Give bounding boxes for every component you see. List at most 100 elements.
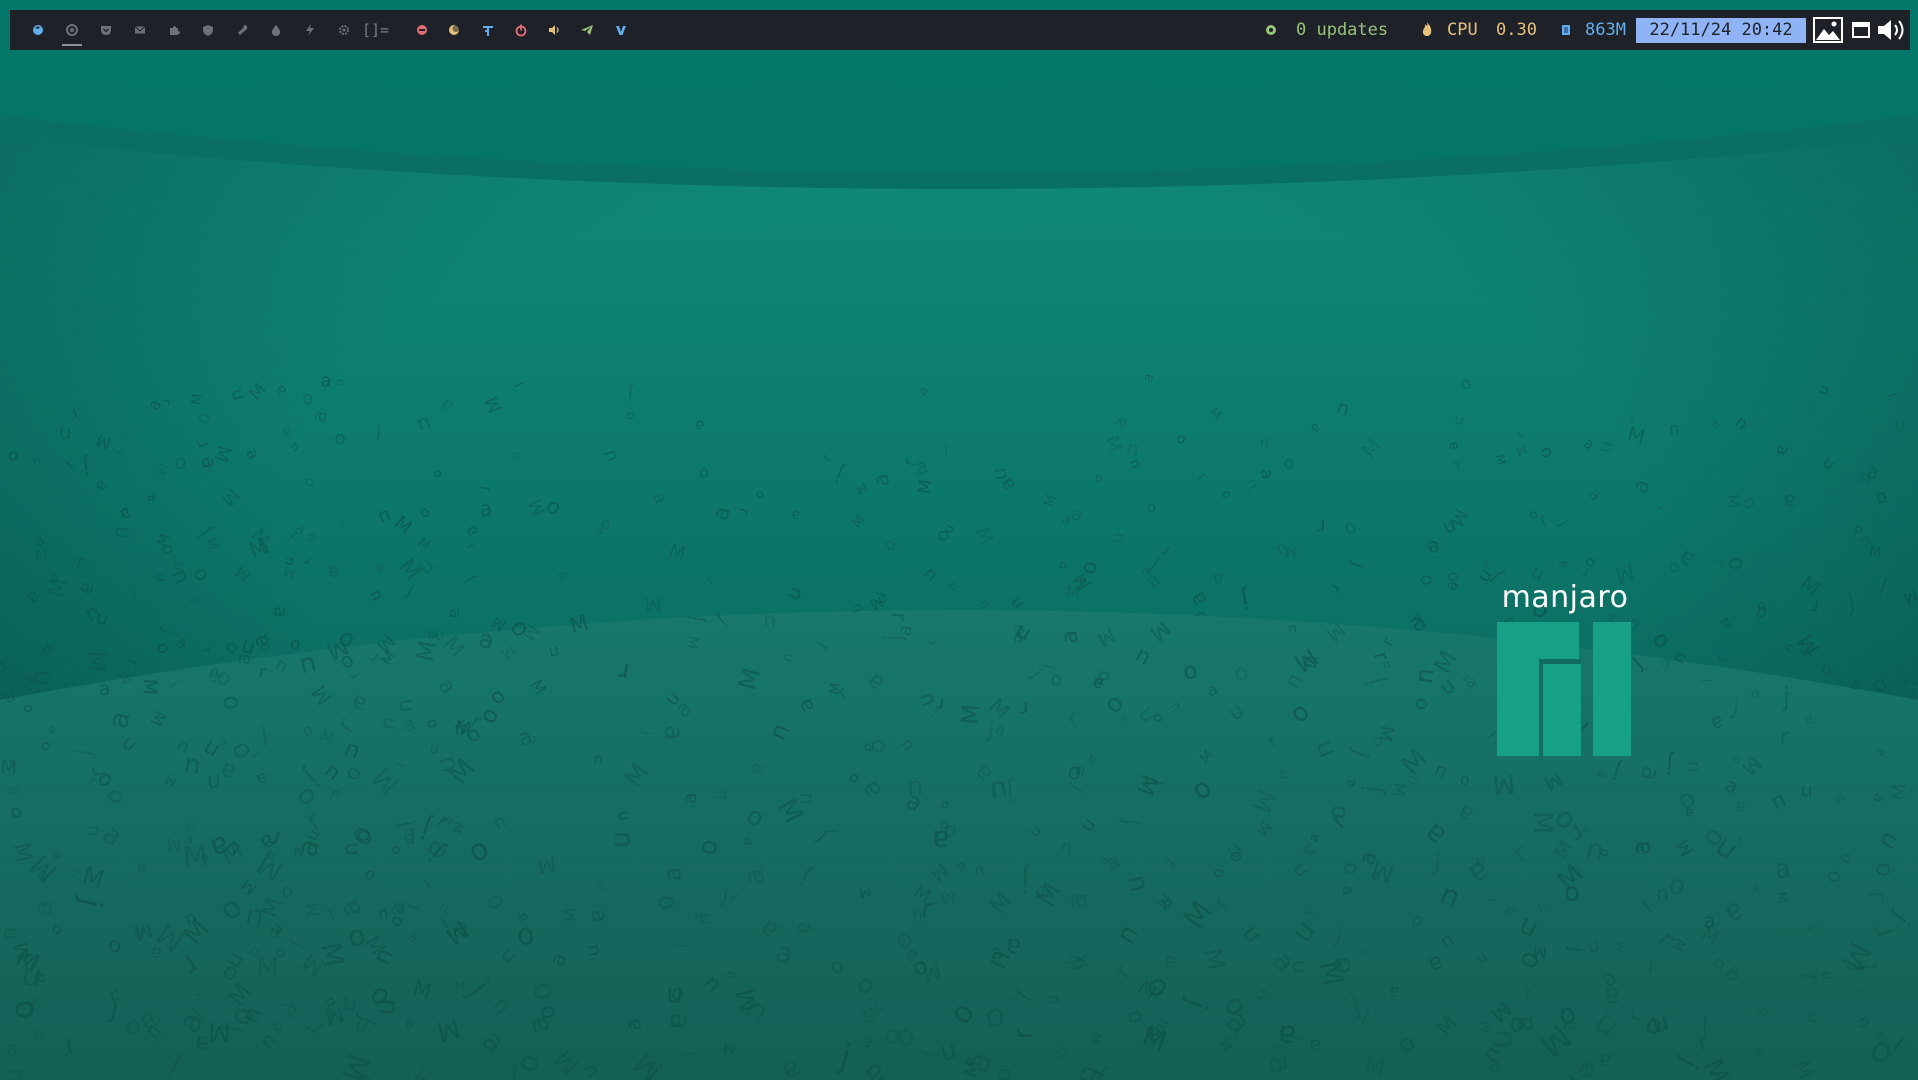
svg-text:o: o xyxy=(1050,669,1063,691)
svg-text:o: o xyxy=(1876,488,1888,510)
memory-icon xyxy=(1560,10,1572,50)
svg-text:r: r xyxy=(1316,515,1326,539)
svg-text:a: a xyxy=(4,784,25,796)
svg-text:n: n xyxy=(1288,621,1298,638)
cpu-label: CPU xyxy=(1447,20,1478,40)
speaker-icon xyxy=(549,25,559,35)
svg-text:a: a xyxy=(658,725,688,741)
gear-icon xyxy=(339,25,349,35)
svg-text:j: j xyxy=(919,1049,949,1057)
layout-indicator[interactable]: []= xyxy=(362,10,389,50)
tray-no-entry[interactable] xyxy=(411,10,433,50)
svg-text:a: a xyxy=(1276,1017,1299,1055)
tray-network[interactable] xyxy=(477,10,499,50)
svg-text:j: j xyxy=(1700,677,1718,683)
svg-text:o: o xyxy=(215,695,243,711)
cpu-load-value[interactable]: 0.30 xyxy=(1496,10,1537,50)
network-icon xyxy=(483,26,493,36)
svg-text:r: r xyxy=(885,612,910,622)
workspace-9[interactable] xyxy=(298,10,322,50)
workspace-10[interactable] xyxy=(332,10,356,50)
tray-vivaldi[interactable] xyxy=(610,10,632,50)
date-time-clock[interactable]: 22/11/24 20:42 xyxy=(1636,18,1806,43)
svg-text:j: j xyxy=(510,1064,519,1080)
svg-text:r: r xyxy=(1019,697,1029,722)
workspace-5[interactable] xyxy=(162,10,186,50)
svg-text:a: a xyxy=(332,378,346,386)
svg-text:o: o xyxy=(347,923,366,958)
puzzle-icon xyxy=(170,26,180,35)
svg-text:n: n xyxy=(0,926,21,941)
svg-text:M: M xyxy=(560,907,581,924)
svg-text:a: a xyxy=(1636,839,1645,854)
svg-text:a: a xyxy=(1057,630,1083,644)
telegram-icon xyxy=(581,25,593,35)
svg-text:M: M xyxy=(1275,769,1290,780)
svg-text:M: M xyxy=(644,592,663,617)
svg-text:M: M xyxy=(537,851,558,877)
workspace-6[interactable] xyxy=(196,10,220,50)
svg-text:o: o xyxy=(1337,861,1363,876)
svg-text:n: n xyxy=(607,830,640,849)
svg-text:M: M xyxy=(453,716,473,742)
memory-usage[interactable]: 863M xyxy=(1585,10,1626,50)
tray-telegram[interactable] xyxy=(576,10,598,50)
svg-text:a: a xyxy=(1339,886,1357,896)
svg-text:j: j xyxy=(1021,862,1031,897)
logo-wordmark: manjaro xyxy=(1501,580,1629,615)
svg-text:r: r xyxy=(1009,1028,1039,1039)
svg-text:M: M xyxy=(256,952,279,982)
pocket-icon xyxy=(101,26,111,35)
svg-text:j: j xyxy=(1781,682,1790,712)
svg-text:a: a xyxy=(1735,798,1747,818)
svg-text:M: M xyxy=(1389,782,1408,796)
workspace-2[interactable] xyxy=(60,10,84,50)
svg-text:M: M xyxy=(827,682,845,696)
svg-text:o: o xyxy=(1283,452,1296,474)
workspace-3[interactable] xyxy=(94,10,118,50)
svg-text:M: M xyxy=(82,650,111,672)
svg-text:a: a xyxy=(446,608,465,619)
image-icon[interactable] xyxy=(1812,10,1844,50)
svg-text:a: a xyxy=(1446,441,1462,450)
updates-count[interactable]: 0 updates xyxy=(1296,10,1388,50)
svg-text:o: o xyxy=(1868,862,1896,877)
vivaldi-icon xyxy=(616,26,626,35)
svg-text:j: j xyxy=(376,422,381,440)
svg-text:n: n xyxy=(1751,1047,1767,1057)
workspace-7[interactable] xyxy=(230,10,254,50)
workspace-8[interactable] xyxy=(264,10,288,50)
svg-text:o: o xyxy=(35,740,55,752)
svg-text:n: n xyxy=(763,608,776,631)
svg-text:M: M xyxy=(646,1060,658,1076)
workspace-4[interactable] xyxy=(128,10,152,50)
svg-text:n: n xyxy=(337,842,363,857)
svg-text:o: o xyxy=(693,839,724,856)
manjaro-mark-icon xyxy=(1497,622,1631,756)
svg-text:M: M xyxy=(1527,811,1558,835)
window-icon[interactable] xyxy=(1850,10,1872,50)
mail-icon xyxy=(134,26,146,34)
tray-moon[interactable] xyxy=(443,10,465,50)
circle-icon xyxy=(1265,10,1277,50)
volume-icon[interactable] xyxy=(1876,10,1906,50)
svg-text:j: j xyxy=(1304,909,1318,914)
svg-text:M: M xyxy=(1888,783,1911,800)
bolt-icon xyxy=(306,24,314,36)
svg-text:n: n xyxy=(612,810,632,822)
svg-text:o: o xyxy=(347,825,380,845)
svg-text:o: o xyxy=(865,738,894,755)
svg-text:j: j xyxy=(628,383,635,403)
svg-text:M: M xyxy=(914,478,935,495)
svg-text:o: o xyxy=(622,412,637,420)
svg-text:o: o xyxy=(984,995,1006,1035)
svg-text:M: M xyxy=(165,833,182,855)
svg-text:o: o xyxy=(125,1011,141,1041)
svg-text:a: a xyxy=(29,900,57,916)
tray-speaker[interactable] xyxy=(543,10,565,50)
svg-text:n: n xyxy=(0,1067,30,1080)
svg-text:M: M xyxy=(304,903,322,917)
svg-text:M: M xyxy=(454,978,466,994)
workspace-1[interactable] xyxy=(26,10,50,50)
tray-power[interactable] xyxy=(510,10,532,50)
